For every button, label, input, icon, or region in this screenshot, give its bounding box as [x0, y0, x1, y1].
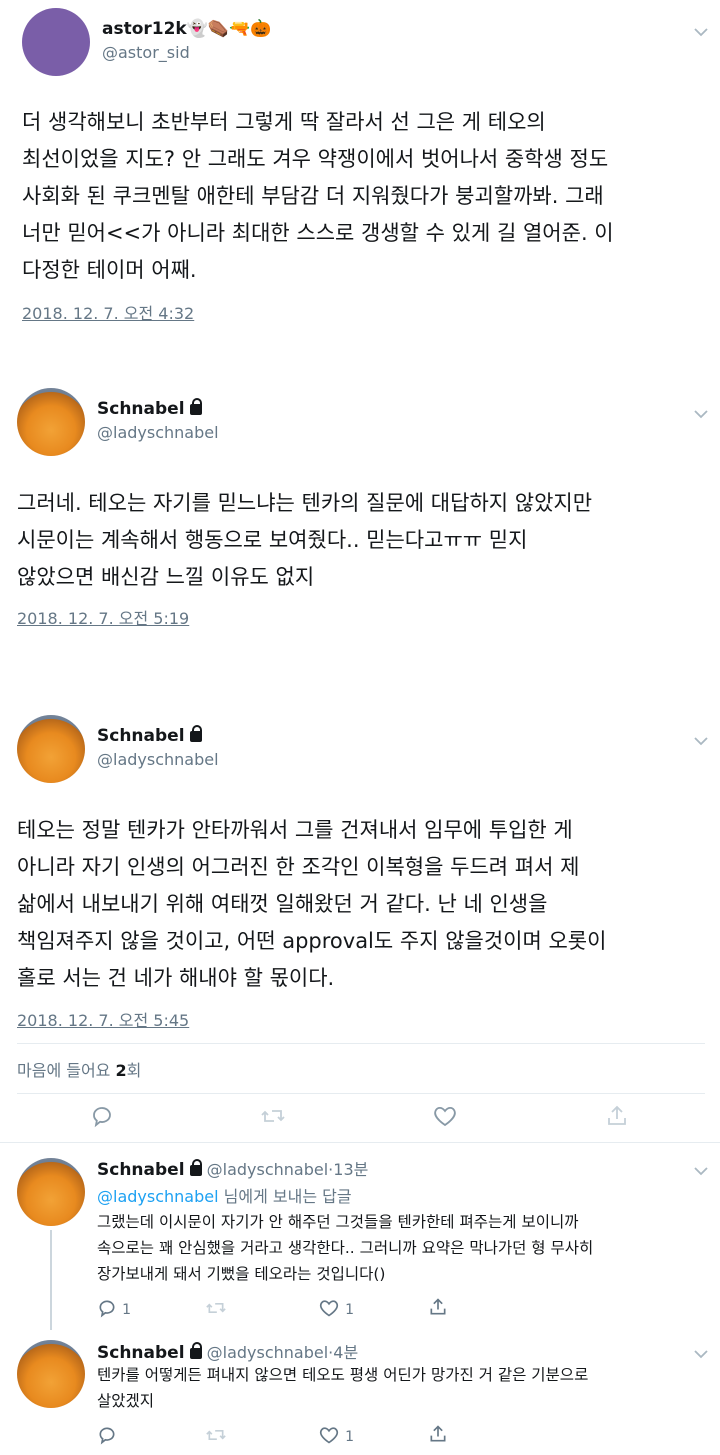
- reply-action[interactable]: [97, 1425, 117, 1449]
- lock-icon: [189, 1342, 202, 1359]
- reply-action[interactable]: 1: [97, 1298, 131, 1322]
- replying-to: @ladyschnabel 님에게 보내는 답글: [97, 1183, 352, 1207]
- user-handle[interactable]: @ladyschnabel: [207, 1343, 329, 1362]
- chevron-down-icon[interactable]: [694, 404, 708, 423]
- like-count-row[interactable]: 마음에 들어요 2회: [17, 1057, 141, 1081]
- reply-count: 1: [122, 1302, 132, 1318]
- display-name[interactable]: Schnabel: [97, 397, 202, 419]
- retweet-icon[interactable]: [205, 1425, 227, 1449]
- replying-to-handle[interactable]: @ladyschnabel: [97, 1187, 219, 1206]
- likes-label: 마음에 들어요: [17, 1061, 111, 1080]
- reply-time[interactable]: ·4분: [328, 1343, 358, 1362]
- tweet-timestamp[interactable]: 2018. 12. 7. 오전 4:32: [22, 300, 194, 324]
- share-icon[interactable]: [428, 1424, 448, 1448]
- avatar[interactable]: [17, 1158, 85, 1226]
- reply-time[interactable]: ·13분: [328, 1160, 368, 1179]
- chevron-down-icon[interactable]: [694, 1344, 708, 1363]
- like-action[interactable]: 1: [318, 1425, 354, 1449]
- reply-header: Schnabel @ladyschnabel·4분: [97, 1339, 358, 1363]
- likes-number: 2: [115, 1061, 127, 1080]
- chevron-down-icon[interactable]: [694, 1161, 708, 1180]
- chevron-down-icon[interactable]: [694, 731, 708, 750]
- chevron-down-icon[interactable]: [694, 22, 708, 41]
- lock-icon: [189, 397, 202, 415]
- heart-icon[interactable]: [432, 1104, 458, 1132]
- reply-text: 텐카를 어떻게든 펴내지 않으면 테오도 평생 어딘가 망가진 거 같은 기분으…: [97, 1366, 589, 1410]
- reply-header: Schnabel @ladyschnabel·13분: [97, 1156, 368, 1180]
- retweet-icon[interactable]: [205, 1298, 227, 1322]
- share-icon[interactable]: [605, 1104, 629, 1132]
- lock-icon: [189, 724, 202, 742]
- divider: [17, 1093, 705, 1094]
- divider: [17, 1043, 705, 1044]
- user-handle[interactable]: @ladyschnabel: [207, 1160, 329, 1179]
- avatar[interactable]: [17, 715, 85, 783]
- lock-icon: [189, 1159, 202, 1176]
- reply-text: 그랬는데 이시문이 자기가 안 해주던 그것들을 텐카한테 펴주는게 보이니까 …: [97, 1213, 594, 1283]
- thread-line: [50, 1230, 52, 1330]
- avatar[interactable]: [22, 8, 90, 76]
- tweet-timestamp[interactable]: 2018. 12. 7. 오전 5:45: [17, 1007, 189, 1031]
- speech-bubble-icon[interactable]: [90, 1104, 114, 1132]
- user-handle[interactable]: @ladyschnabel: [97, 423, 219, 442]
- like-action[interactable]: 1: [318, 1298, 354, 1322]
- divider: [0, 1142, 720, 1143]
- display-name[interactable]: Schnabel: [97, 1343, 185, 1363]
- like-count: 1: [345, 1429, 355, 1445]
- retweet-icon[interactable]: [260, 1104, 286, 1132]
- display-name[interactable]: astor12k👻⚰️🔫🎃: [102, 19, 271, 39]
- user-handle[interactable]: @astor_sid: [102, 43, 190, 62]
- likes-suffix: 회: [126, 1061, 142, 1080]
- share-icon[interactable]: [428, 1297, 448, 1321]
- like-count: 1: [345, 1302, 355, 1318]
- display-name[interactable]: Schnabel: [97, 724, 202, 746]
- tweet-text: 테오는 정말 텐카가 안타까워서 그를 건져내서 임무에 투입한 게 아니라 자…: [17, 818, 607, 990]
- tweet-text: 그러네. 테오는 자기를 믿느냐는 텐카의 질문에 대답하지 않았지만 시문이는…: [17, 491, 593, 589]
- avatar[interactable]: [17, 388, 85, 456]
- tweet-text: 더 생각해보니 초반부터 그렇게 딱 잘라서 선 그은 게 테오의 최선이었을 …: [22, 110, 614, 282]
- user-handle[interactable]: @ladyschnabel: [97, 750, 219, 769]
- tweet-timestamp[interactable]: 2018. 12. 7. 오전 5:19: [17, 605, 189, 629]
- display-name[interactable]: Schnabel: [97, 1160, 185, 1180]
- avatar[interactable]: [17, 1340, 85, 1408]
- replying-to-suffix: 님에게 보내는 답글: [218, 1187, 352, 1206]
